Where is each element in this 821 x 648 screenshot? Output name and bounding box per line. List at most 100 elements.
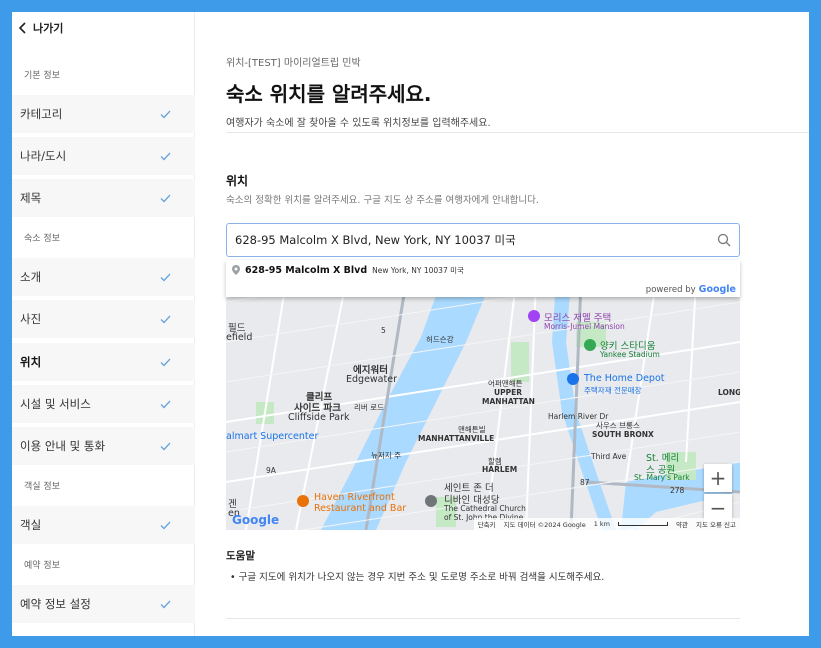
check-icon — [160, 273, 171, 281]
powered-by-label: powered by — [645, 285, 696, 295]
map-label: Harlem River Dr — [548, 412, 609, 421]
location-label: 위치 — [226, 174, 249, 188]
sidebar-item-label: 소개 — [20, 270, 42, 284]
google-map[interactable]: 필드 efield 에지워터 Edgewater 클리프 사이드 파크 Clif… — [226, 282, 740, 530]
map-label: MANHATTANVILLE — [418, 434, 495, 443]
sidebar-item-usage-guide[interactable]: 이용 안내 및 통화 — [12, 427, 195, 465]
breadcrumb: 위치-[TEST] 마이리얼트립 민박 — [226, 58, 361, 69]
check-icon — [160, 442, 171, 450]
map-label: 278 — [670, 486, 685, 495]
map-label: Cliffside Park — [288, 412, 350, 423]
powered-by-google: powered by Google — [646, 284, 736, 295]
map-label: St. Mary's Park — [634, 473, 690, 482]
map-label: 87 — [580, 478, 590, 487]
check-icon — [160, 521, 171, 529]
powered-by-brand: Google — [698, 284, 736, 295]
autocomplete-dropdown: 628-95 Malcolm X Blvd New York, NY 10037… — [226, 260, 740, 297]
map-label: 허드슨강 — [426, 335, 454, 344]
app-frame: 나가기 기본 정보 카테고리 나라/도시 제목 숙소 정보 소개 사진 위치 시… — [12, 12, 809, 636]
check-icon — [160, 400, 171, 408]
sidebar-item-label: 나라/도시 — [20, 149, 67, 163]
autocomplete-item[interactable]: 628-95 Malcolm X Blvd New York, NY 10037… — [226, 260, 740, 280]
map-label: 5 — [381, 326, 386, 335]
section-room-info: 객실 정보 — [24, 481, 60, 492]
stadium-pin-icon[interactable] — [583, 338, 597, 352]
sidebar-item-label: 예약 정보 설정 — [20, 597, 91, 611]
back-button[interactable]: 나가기 — [18, 20, 63, 36]
section-reservation-info: 예약 정보 — [24, 560, 60, 571]
map-label: Morris-Jumel Mansion — [544, 322, 625, 331]
check-icon — [160, 152, 171, 160]
map-label: SOUTH BRONX — [592, 430, 654, 439]
check-icon — [160, 358, 171, 366]
map-shortcuts-link[interactable]: 단축키 — [478, 519, 496, 529]
map-label: HARLEM — [482, 465, 518, 474]
map-label: Restaurant and Bar — [314, 503, 407, 514]
page-subtitle: 여행자가 숙소에 잘 찾아올 수 있도록 위치정보를 입력해주세요. — [226, 118, 491, 129]
sidebar-item-intro[interactable]: 소개 — [12, 258, 195, 296]
map-label: Haven Riverfront — [314, 492, 395, 503]
location-search-input[interactable] — [235, 233, 717, 247]
sidebar-item-reservation-settings[interactable]: 예약 정보 설정 — [12, 585, 195, 623]
map-label: The Home Depot — [584, 373, 665, 384]
chevron-left-icon — [18, 22, 26, 34]
sidebar-item-category[interactable]: 카테고리 — [12, 95, 195, 133]
autocomplete-secondary-text: New York, NY 10037 미국 — [372, 265, 464, 275]
divider — [226, 132, 809, 133]
map-label: 리버 로드 — [354, 403, 384, 412]
google-logo-text: Google — [232, 513, 280, 527]
map-scale-bar — [618, 522, 669, 526]
church-pin-icon[interactable] — [424, 494, 438, 508]
sidebar-item-label: 이용 안내 및 통화 — [20, 439, 106, 453]
check-icon — [160, 194, 171, 202]
map-label: Edgewater — [346, 374, 397, 385]
map-label: Third Ave — [591, 452, 627, 461]
check-icon — [160, 600, 171, 608]
map-label: almart Supercenter — [226, 431, 319, 442]
sidebar-item-country-city[interactable]: 나라/도시 — [12, 137, 195, 175]
divider — [226, 618, 740, 619]
map-label: Yankee Stadium — [600, 350, 660, 359]
section-lodging-info: 숙소 정보 — [24, 233, 60, 244]
map-label: 뉴저지 주 — [371, 451, 401, 460]
map-terms-link[interactable]: 약관 — [676, 519, 688, 529]
map-label: LONG — [718, 388, 740, 397]
map-label: MANHATTAN — [482, 397, 535, 406]
sidebar-item-label: 위치 — [20, 355, 42, 369]
check-icon — [160, 315, 171, 323]
google-logo: Google — [232, 513, 279, 527]
help-item: • 구글 지도에 위치가 나오지 않는 경우 지번 주소 및 도로명 주소로 바… — [230, 572, 605, 583]
check-icon — [160, 110, 171, 118]
sidebar-item-label: 제목 — [20, 191, 42, 205]
section-basic-info: 기본 정보 — [24, 70, 60, 81]
main-content: 위치-[TEST] 마이리얼트립 민박 숙소 위치를 알려주세요. 여행자가 숙… — [196, 12, 809, 636]
sidebar-item-rooms[interactable]: 객실 — [12, 506, 195, 544]
sidebar-item-photos[interactable]: 사진 — [12, 300, 195, 338]
sidebar-item-label: 카테고리 — [20, 107, 63, 121]
location-description: 숙소의 정확한 위치를 알려주세요. 구글 지도 상 주소를 여행자에게 안내합… — [226, 195, 539, 206]
sidebar-item-location[interactable]: 위치 — [12, 343, 195, 381]
map-footer: 단축키 지도 데이터 ©2024 Google 1 km 약관 지도 오류 신고 — [473, 518, 740, 530]
map-label: 주택자재 전문매장 — [584, 386, 642, 395]
back-label: 나가기 — [33, 22, 64, 35]
map-label: UPPER — [494, 388, 522, 397]
sidebar-item-label: 시설 및 서비스 — [20, 397, 91, 411]
map-pin-icon — [232, 265, 240, 275]
sidebar: 나가기 기본 정보 카테고리 나라/도시 제목 숙소 정보 소개 사진 위치 시… — [12, 12, 195, 636]
sidebar-item-title[interactable]: 제목 — [12, 179, 195, 217]
map-scale[interactable]: 1 km — [594, 520, 610, 528]
zoom-in-button[interactable]: + — [704, 464, 732, 492]
page-title: 숙소 위치를 알려주세요. — [226, 82, 432, 106]
sidebar-item-label: 객실 — [20, 518, 42, 532]
location-search — [226, 223, 740, 257]
sidebar-item-facilities[interactable]: 시설 및 서비스 — [12, 385, 195, 423]
help-title: 도움말 — [226, 550, 255, 562]
map-label: The Cathedral Church — [444, 504, 526, 513]
autocomplete-main-text: 628-95 Malcolm X Blvd — [245, 264, 368, 276]
museum-pin-icon[interactable] — [527, 309, 541, 323]
search-icon[interactable] — [717, 233, 731, 247]
sidebar-item-label: 사진 — [20, 312, 42, 326]
restaurant-pin-icon[interactable] — [296, 494, 310, 508]
store-pin-icon[interactable] — [566, 372, 580, 386]
map-report-link[interactable]: 지도 오류 신고 — [696, 519, 736, 529]
